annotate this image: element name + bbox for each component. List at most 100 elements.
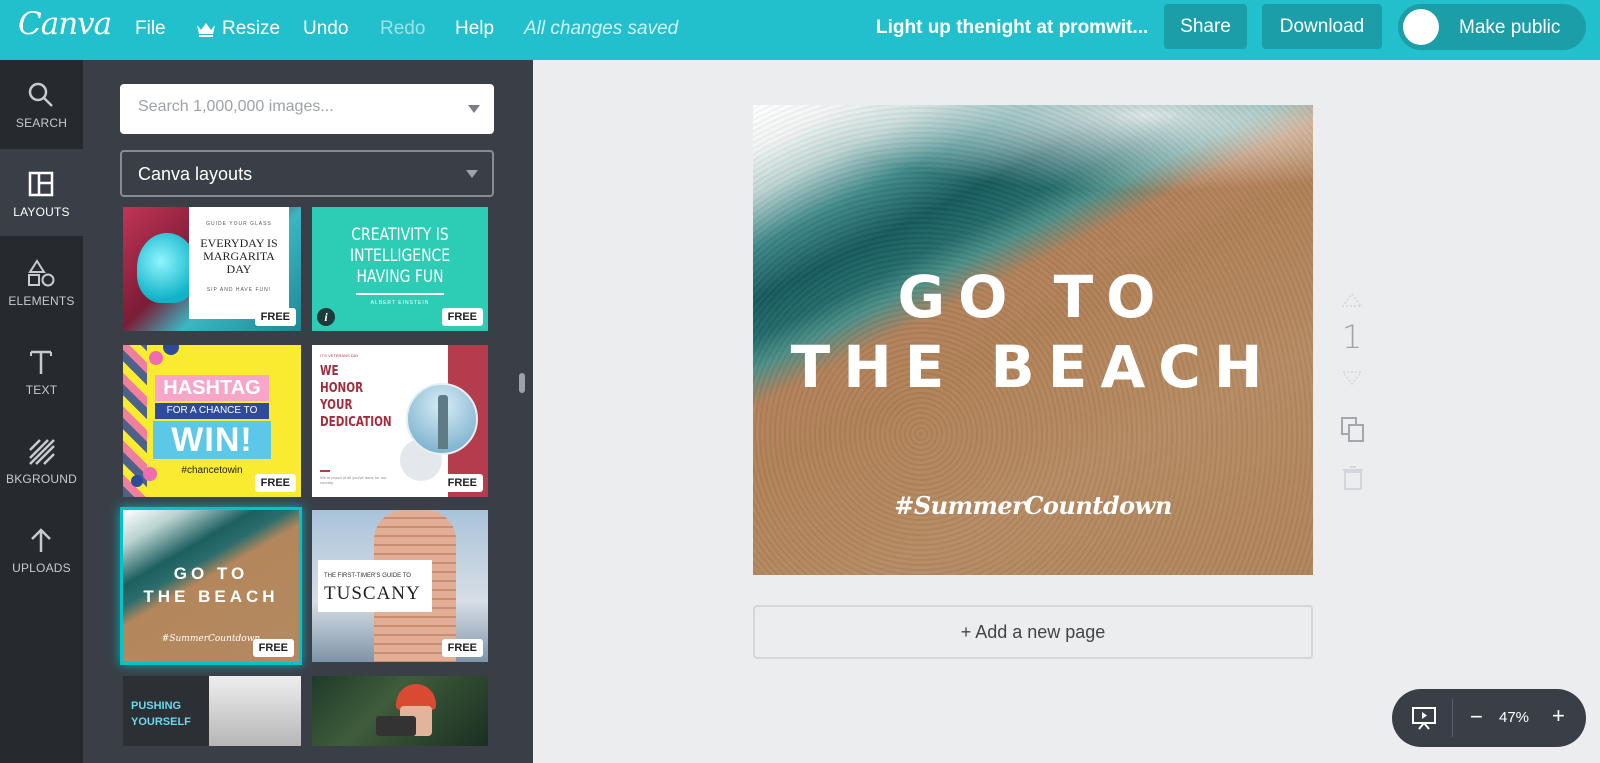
crown-icon bbox=[197, 23, 215, 37]
thumb-caption: SIP AND HAVE FUN! bbox=[206, 287, 272, 293]
elements-icon bbox=[28, 259, 55, 287]
layout-thumb-beach[interactable]: GO TO THE BEACH #SummerCountdown FREE bbox=[120, 507, 302, 665]
thumb-title: CREATIVITY IS INTELLIGENCE HAVING FUN bbox=[349, 225, 451, 287]
free-badge: FREE bbox=[252, 639, 294, 657]
image-search-input[interactable] bbox=[138, 98, 458, 116]
rail-label-elements: ELEMENTS bbox=[8, 294, 75, 308]
info-icon[interactable]: i bbox=[317, 308, 335, 326]
thumb-text-card: THE FIRST-TIMER'S GUIDE TO TUSCANY bbox=[318, 560, 432, 612]
layout-thumb-veterans[interactable]: IT'S VETERANS DAY WE HONOR YOUR DEDICATI… bbox=[312, 345, 488, 497]
layout-thumb-margarita[interactable]: GUIDE YOUR GLASS EVERYDAY IS MARGARITA D… bbox=[123, 207, 301, 331]
decorative-dot bbox=[131, 475, 143, 487]
design-title-line1[interactable]: GO TO bbox=[753, 263, 1313, 331]
help-menu[interactable]: Help bbox=[455, 18, 494, 40]
thumb-text-card: GUIDE YOUR GLASS EVERYDAY IS MARGARITA D… bbox=[189, 207, 289, 319]
rail-item-layouts[interactable]: LAYOUTS bbox=[0, 149, 83, 236]
free-badge: FREE bbox=[441, 308, 483, 326]
chevron-down-icon bbox=[466, 170, 478, 178]
free-badge: FREE bbox=[441, 639, 483, 657]
rail-label-search: SEARCH bbox=[15, 116, 68, 130]
make-public-toggle[interactable]: Make public bbox=[1398, 4, 1586, 50]
thumb-title-line1: GO TO bbox=[173, 564, 249, 583]
decorative-dot bbox=[149, 351, 163, 365]
thumb-title: PUSHING YOURSELF bbox=[131, 700, 191, 728]
design-title-line2[interactable]: THE BEACH bbox=[753, 333, 1313, 401]
top-bar: Canva File Resize Undo Redo Help All cha… bbox=[0, 0, 1600, 60]
thumb-subtitle: IT'S VETERANS DAY bbox=[320, 353, 359, 358]
canva-logo[interactable]: Canva bbox=[18, 6, 112, 42]
accent-line bbox=[320, 470, 330, 472]
layout-thumb-pushing[interactable]: PUSHING YOURSELF bbox=[123, 676, 301, 746]
file-menu[interactable]: File bbox=[135, 18, 166, 40]
upload-arrow-icon bbox=[31, 528, 51, 552]
rail-label-background: BKGROUND bbox=[6, 472, 77, 486]
thumb-title: EVERYDAY IS MARGARITA DAY bbox=[200, 236, 278, 276]
undo-button[interactable]: Undo bbox=[303, 18, 348, 40]
rail-item-search[interactable]: SEARCH bbox=[0, 60, 83, 147]
toggle-knob bbox=[1403, 9, 1439, 45]
design-hashtag[interactable]: #SummerCountdown bbox=[753, 491, 1313, 520]
rail-item-background[interactable]: BKGROUND bbox=[0, 416, 83, 503]
free-badge: FREE bbox=[254, 474, 296, 492]
search-icon bbox=[28, 82, 53, 107]
download-button[interactable]: Download bbox=[1262, 4, 1382, 49]
page-number: 1 bbox=[1341, 318, 1363, 356]
layout-thumb-photographer[interactable] bbox=[312, 676, 488, 746]
design-canvas-page[interactable]: GO TO THE BEACH #SummerCountdown bbox=[753, 105, 1313, 575]
layout-thumb-creativity[interactable]: CREATIVITY IS INTELLIGENCE HAVING FUN AL… bbox=[312, 207, 488, 331]
share-button[interactable]: Share bbox=[1164, 4, 1247, 49]
zoom-divider bbox=[1452, 699, 1453, 737]
rail-item-uploads[interactable]: UPLOADS bbox=[0, 505, 83, 592]
background-icon bbox=[29, 439, 55, 465]
image-search-box[interactable] bbox=[120, 84, 494, 134]
add-page-button[interactable]: + Add a new page bbox=[753, 605, 1313, 659]
zoom-in-button[interactable]: + bbox=[1552, 703, 1565, 729]
save-status: All changes saved bbox=[524, 18, 679, 39]
layouts-icon bbox=[28, 171, 54, 197]
document-title[interactable]: Light up thenight at promwit... bbox=[876, 17, 1148, 39]
move-page-down-icon[interactable] bbox=[1341, 370, 1363, 386]
chevron-down-icon[interactable] bbox=[468, 105, 480, 113]
resize-menu[interactable]: Resize bbox=[196, 18, 280, 40]
rail-label-text: TEXT bbox=[25, 383, 58, 397]
rail-label-layouts: LAYOUTS bbox=[13, 205, 70, 219]
rail-item-elements[interactable]: ELEMENTS bbox=[0, 238, 83, 325]
zoom-out-button[interactable]: − bbox=[1470, 704, 1483, 730]
thumb-title-line2: THE BEACH bbox=[143, 587, 279, 606]
statue-of-liberty-image bbox=[438, 395, 448, 449]
thumb-title: TUSCANY bbox=[324, 583, 421, 604]
move-page-up-icon[interactable] bbox=[1341, 292, 1363, 308]
delete-page-icon[interactable] bbox=[1342, 466, 1364, 490]
decorative-dot bbox=[163, 345, 179, 355]
text-icon bbox=[30, 350, 52, 374]
thumb-title: WE HONOR YOUR DEDICATION bbox=[320, 364, 392, 430]
free-badge: FREE bbox=[441, 474, 483, 492]
thumb-headline: WIN! bbox=[153, 421, 271, 459]
duplicate-page-icon[interactable] bbox=[1340, 416, 1366, 444]
free-badge: FREE bbox=[254, 308, 296, 326]
make-public-label: Make public bbox=[1459, 17, 1561, 38]
divider-line bbox=[356, 293, 444, 295]
zoom-toolbar: − 47% + bbox=[1392, 689, 1586, 747]
layout-thumb-hashtag[interactable]: HASHTAG FOR A CHANCE TO WIN! #chancetowi… bbox=[123, 345, 301, 497]
thumb-subtitle: FOR A CHANCE TO bbox=[155, 403, 269, 419]
redo-button[interactable]: Redo bbox=[380, 18, 425, 40]
left-rail: SEARCH LAYOUTS ELEMENTS TEXT BKGROUND UP… bbox=[0, 60, 83, 763]
thumb-title: HASHTAG bbox=[155, 375, 269, 401]
layouts-panel: Canva layouts GUIDE YOUR GLASS EVERYDAY … bbox=[83, 60, 533, 763]
presentation-icon[interactable] bbox=[1411, 705, 1437, 731]
thumb-author: ALBERT EINSTEIN bbox=[370, 300, 430, 306]
layout-thumb-tuscany[interactable]: THE FIRST-TIMER'S GUIDE TO TUSCANY FREE bbox=[312, 510, 488, 662]
thumb-subtitle: THE FIRST-TIMER'S GUIDE TO bbox=[324, 573, 411, 579]
thumb-caption: We're proud of all you've done for our c… bbox=[320, 475, 387, 485]
zoom-level[interactable]: 47% bbox=[1499, 709, 1529, 726]
thumb-photo bbox=[209, 676, 301, 746]
thumb-subtitle: GUIDE YOUR GLASS bbox=[206, 221, 272, 227]
layout-category-select[interactable]: Canva layouts bbox=[120, 150, 494, 197]
resize-label: Resize bbox=[222, 18, 281, 39]
layout-category-value: Canva layouts bbox=[138, 164, 253, 184]
rail-item-text[interactable]: TEXT bbox=[0, 327, 83, 414]
panel-scrollbar[interactable] bbox=[519, 373, 525, 393]
camera-image bbox=[376, 716, 416, 736]
thumb-title: GO TO THE BEACH bbox=[123, 562, 299, 608]
